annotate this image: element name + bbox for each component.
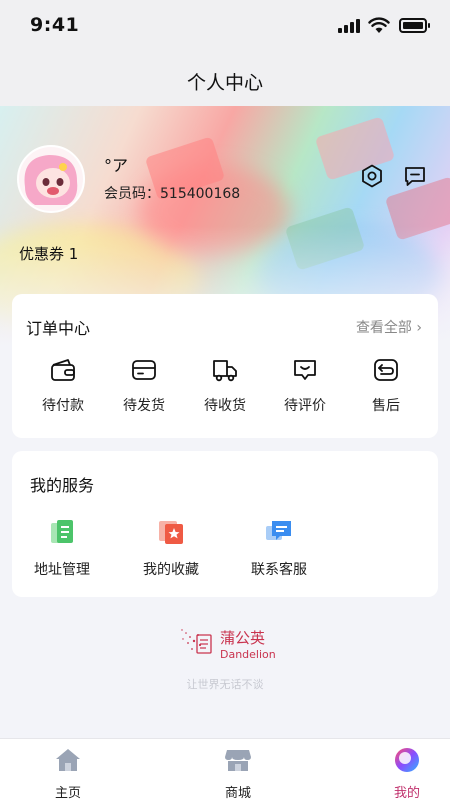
order-item-label: 待付款 bbox=[42, 398, 84, 414]
order-pending-receipt[interactable]: 待收货 bbox=[190, 357, 260, 415]
page-title: 个人中心 bbox=[186, 72, 263, 94]
wallet-icon bbox=[51, 359, 75, 381]
member-id: 会员码：515400168 bbox=[104, 186, 241, 202]
order-center-title: 订单中心 bbox=[26, 319, 91, 338]
dandelion-logo: 蒲公英 Dandelion bbox=[176, 625, 286, 665]
avatar[interactable] bbox=[17, 145, 85, 213]
order-item-label: 待收货 bbox=[204, 398, 246, 414]
user-nickname: °ア bbox=[104, 156, 129, 175]
tab-home[interactable]: 主页 bbox=[38, 747, 98, 800]
home-icon bbox=[56, 749, 80, 771]
comment-icon bbox=[294, 360, 316, 380]
avatar-image bbox=[19, 147, 83, 211]
address-icon bbox=[51, 520, 73, 543]
card-icon bbox=[132, 360, 156, 380]
service-item-label: 我的收藏 bbox=[143, 562, 199, 578]
battery-icon bbox=[399, 18, 430, 33]
message-icon[interactable] bbox=[402, 163, 428, 189]
brand-name-cn: 蒲公英 bbox=[220, 629, 266, 647]
service-item-label: 联系客服 bbox=[251, 562, 307, 578]
tab-label: 主页 bbox=[54, 786, 81, 800]
my-services-card: 我的服务 地址管理 我的收藏 联系客服 bbox=[12, 451, 438, 597]
favorite-icon bbox=[159, 521, 183, 544]
truck-icon bbox=[213, 360, 237, 382]
store-icon bbox=[225, 750, 251, 771]
service-address[interactable]: 地址管理 bbox=[12, 517, 112, 579]
return-icon bbox=[374, 359, 398, 381]
view-all-orders-link[interactable]: 查看全部 › bbox=[356, 317, 422, 337]
wifi-icon bbox=[368, 17, 390, 33]
order-pending-shipment[interactable]: 待发货 bbox=[109, 357, 179, 415]
brand-name-en: Dandelion bbox=[220, 648, 276, 661]
profile-icon bbox=[395, 748, 419, 772]
service-customer-support[interactable]: 联系客服 bbox=[229, 517, 329, 579]
signal-icon bbox=[338, 19, 360, 33]
tab-store[interactable]: 商城 bbox=[208, 747, 268, 800]
customer-service-icon bbox=[266, 521, 291, 540]
tab-label: 我的 bbox=[393, 786, 420, 800]
service-item-label: 地址管理 bbox=[34, 562, 90, 578]
brand-slogan: 让世界无话不谈 bbox=[186, 678, 264, 691]
tab-label: 商城 bbox=[224, 786, 251, 800]
order-item-label: 售后 bbox=[372, 398, 400, 414]
status-time: 9:41 bbox=[30, 14, 80, 36]
coupon-count[interactable]: 优惠券 1 bbox=[19, 243, 78, 264]
order-pending-review[interactable]: 待评价 bbox=[270, 357, 340, 415]
order-after-sales[interactable]: 售后 bbox=[351, 357, 421, 415]
tab-profile[interactable]: 我的 bbox=[377, 747, 437, 800]
order-item-label: 待发货 bbox=[123, 398, 165, 414]
my-services-title: 我的服务 bbox=[30, 476, 95, 495]
order-pending-payment[interactable]: 待付款 bbox=[28, 357, 98, 415]
order-item-label: 待评价 bbox=[284, 398, 326, 414]
service-favorites[interactable]: 我的收藏 bbox=[121, 517, 221, 579]
order-center-card: 订单中心 查看全部 › 待付款 待发货 待收货 待评价 售后 bbox=[12, 294, 438, 438]
bottom-tab-bar: 主页 商城 我的 bbox=[0, 738, 450, 800]
nav-bar: 个人中心 bbox=[0, 52, 450, 106]
settings-icon[interactable] bbox=[359, 163, 385, 189]
status-bar: 9:41 bbox=[0, 0, 450, 52]
